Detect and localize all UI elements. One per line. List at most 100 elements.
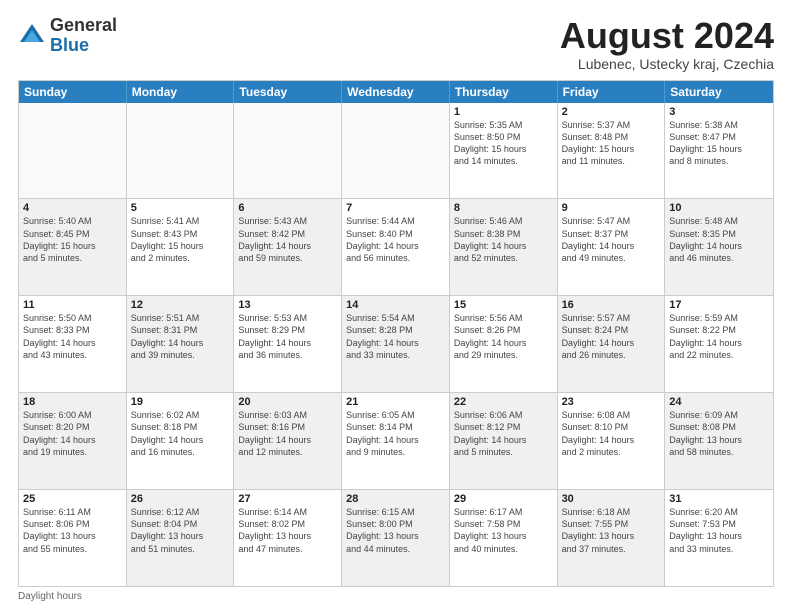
cell-info: Sunrise: 5:48 AM Sunset: 8:35 PM Dayligh…: [669, 215, 769, 264]
calendar-cell: 18Sunrise: 6:00 AM Sunset: 8:20 PM Dayli…: [19, 393, 127, 489]
calendar-cell: 5Sunrise: 5:41 AM Sunset: 8:43 PM Daylig…: [127, 199, 235, 295]
day-number: 7: [346, 202, 445, 214]
calendar-cell: 1Sunrise: 5:35 AM Sunset: 8:50 PM Daylig…: [450, 103, 558, 199]
calendar-cell: 11Sunrise: 5:50 AM Sunset: 8:33 PM Dayli…: [19, 296, 127, 392]
cell-info: Sunrise: 5:53 AM Sunset: 8:29 PM Dayligh…: [238, 312, 337, 361]
calendar-header-cell: Wednesday: [342, 81, 450, 103]
calendar-cell: 7Sunrise: 5:44 AM Sunset: 8:40 PM Daylig…: [342, 199, 450, 295]
day-number: 16: [562, 299, 661, 311]
day-number: 3: [669, 106, 769, 118]
calendar-cell: 25Sunrise: 6:11 AM Sunset: 8:06 PM Dayli…: [19, 490, 127, 586]
logo: General Blue: [18, 16, 117, 56]
calendar: SundayMondayTuesdayWednesdayThursdayFrid…: [18, 80, 774, 587]
day-number: 17: [669, 299, 769, 311]
footer-note: Daylight hours: [18, 591, 774, 602]
day-number: 25: [23, 493, 122, 505]
cell-info: Sunrise: 5:37 AM Sunset: 8:48 PM Dayligh…: [562, 119, 661, 168]
calendar-cell: [234, 103, 342, 199]
calendar-row: 1Sunrise: 5:35 AM Sunset: 8:50 PM Daylig…: [19, 103, 773, 199]
calendar-row: 11Sunrise: 5:50 AM Sunset: 8:33 PM Dayli…: [19, 295, 773, 392]
logo-icon: [18, 22, 46, 50]
logo-blue: Blue: [50, 36, 117, 56]
calendar-cell: 17Sunrise: 5:59 AM Sunset: 8:22 PM Dayli…: [665, 296, 773, 392]
day-number: 24: [669, 396, 769, 408]
calendar-cell: 30Sunrise: 6:18 AM Sunset: 7:55 PM Dayli…: [558, 490, 666, 586]
cell-info: Sunrise: 5:50 AM Sunset: 8:33 PM Dayligh…: [23, 312, 122, 361]
subtitle: Lubenec, Ustecky kraj, Czechia: [560, 56, 774, 72]
calendar-cell: 29Sunrise: 6:17 AM Sunset: 7:58 PM Dayli…: [450, 490, 558, 586]
day-number: 30: [562, 493, 661, 505]
cell-info: Sunrise: 5:40 AM Sunset: 8:45 PM Dayligh…: [23, 215, 122, 264]
calendar-cell: 9Sunrise: 5:47 AM Sunset: 8:37 PM Daylig…: [558, 199, 666, 295]
day-number: 11: [23, 299, 122, 311]
cell-info: Sunrise: 5:47 AM Sunset: 8:37 PM Dayligh…: [562, 215, 661, 264]
cell-info: Sunrise: 5:41 AM Sunset: 8:43 PM Dayligh…: [131, 215, 230, 264]
calendar-cell: 13Sunrise: 5:53 AM Sunset: 8:29 PM Dayli…: [234, 296, 342, 392]
day-number: 15: [454, 299, 553, 311]
day-number: 2: [562, 106, 661, 118]
calendar-cell: 28Sunrise: 6:15 AM Sunset: 8:00 PM Dayli…: [342, 490, 450, 586]
day-number: 12: [131, 299, 230, 311]
day-number: 23: [562, 396, 661, 408]
day-number: 5: [131, 202, 230, 214]
calendar-cell: [342, 103, 450, 199]
cell-info: Sunrise: 5:54 AM Sunset: 8:28 PM Dayligh…: [346, 312, 445, 361]
logo-general: General: [50, 16, 117, 36]
calendar-header-cell: Monday: [127, 81, 235, 103]
calendar-cell: 21Sunrise: 6:05 AM Sunset: 8:14 PM Dayli…: [342, 393, 450, 489]
cell-info: Sunrise: 6:08 AM Sunset: 8:10 PM Dayligh…: [562, 409, 661, 458]
day-number: 21: [346, 396, 445, 408]
cell-info: Sunrise: 6:02 AM Sunset: 8:18 PM Dayligh…: [131, 409, 230, 458]
logo-text: General Blue: [50, 16, 117, 56]
day-number: 20: [238, 396, 337, 408]
day-number: 13: [238, 299, 337, 311]
day-number: 27: [238, 493, 337, 505]
calendar-cell: 24Sunrise: 6:09 AM Sunset: 8:08 PM Dayli…: [665, 393, 773, 489]
calendar-cell: 20Sunrise: 6:03 AM Sunset: 8:16 PM Dayli…: [234, 393, 342, 489]
calendar-row: 4Sunrise: 5:40 AM Sunset: 8:45 PM Daylig…: [19, 198, 773, 295]
month-title: August 2024: [560, 16, 774, 56]
cell-info: Sunrise: 6:03 AM Sunset: 8:16 PM Dayligh…: [238, 409, 337, 458]
day-number: 19: [131, 396, 230, 408]
cell-info: Sunrise: 6:14 AM Sunset: 8:02 PM Dayligh…: [238, 506, 337, 555]
calendar-cell: 14Sunrise: 5:54 AM Sunset: 8:28 PM Dayli…: [342, 296, 450, 392]
calendar-cell: 26Sunrise: 6:12 AM Sunset: 8:04 PM Dayli…: [127, 490, 235, 586]
calendar-row: 18Sunrise: 6:00 AM Sunset: 8:20 PM Dayli…: [19, 392, 773, 489]
calendar-cell: 4Sunrise: 5:40 AM Sunset: 8:45 PM Daylig…: [19, 199, 127, 295]
day-number: 10: [669, 202, 769, 214]
day-number: 22: [454, 396, 553, 408]
calendar-cell: 2Sunrise: 5:37 AM Sunset: 8:48 PM Daylig…: [558, 103, 666, 199]
calendar-cell: [19, 103, 127, 199]
calendar-cell: 27Sunrise: 6:14 AM Sunset: 8:02 PM Dayli…: [234, 490, 342, 586]
cell-info: Sunrise: 5:57 AM Sunset: 8:24 PM Dayligh…: [562, 312, 661, 361]
cell-info: Sunrise: 6:06 AM Sunset: 8:12 PM Dayligh…: [454, 409, 553, 458]
day-number: 6: [238, 202, 337, 214]
day-number: 31: [669, 493, 769, 505]
calendar-cell: [127, 103, 235, 199]
cell-info: Sunrise: 5:46 AM Sunset: 8:38 PM Dayligh…: [454, 215, 553, 264]
cell-info: Sunrise: 5:56 AM Sunset: 8:26 PM Dayligh…: [454, 312, 553, 361]
calendar-body: 1Sunrise: 5:35 AM Sunset: 8:50 PM Daylig…: [19, 103, 773, 586]
calendar-row: 25Sunrise: 6:11 AM Sunset: 8:06 PM Dayli…: [19, 489, 773, 586]
day-number: 9: [562, 202, 661, 214]
day-number: 28: [346, 493, 445, 505]
cell-info: Sunrise: 5:59 AM Sunset: 8:22 PM Dayligh…: [669, 312, 769, 361]
day-number: 8: [454, 202, 553, 214]
calendar-header: SundayMondayTuesdayWednesdayThursdayFrid…: [19, 81, 773, 103]
cell-info: Sunrise: 5:51 AM Sunset: 8:31 PM Dayligh…: [131, 312, 230, 361]
cell-info: Sunrise: 5:35 AM Sunset: 8:50 PM Dayligh…: [454, 119, 553, 168]
calendar-cell: 31Sunrise: 6:20 AM Sunset: 7:53 PM Dayli…: [665, 490, 773, 586]
header: General Blue August 2024 Lubenec, Usteck…: [18, 16, 774, 72]
day-number: 26: [131, 493, 230, 505]
calendar-header-cell: Thursday: [450, 81, 558, 103]
page: General Blue August 2024 Lubenec, Usteck…: [0, 0, 792, 612]
calendar-cell: 15Sunrise: 5:56 AM Sunset: 8:26 PM Dayli…: [450, 296, 558, 392]
calendar-cell: 10Sunrise: 5:48 AM Sunset: 8:35 PM Dayli…: [665, 199, 773, 295]
day-number: 14: [346, 299, 445, 311]
calendar-cell: 3Sunrise: 5:38 AM Sunset: 8:47 PM Daylig…: [665, 103, 773, 199]
calendar-cell: 8Sunrise: 5:46 AM Sunset: 8:38 PM Daylig…: [450, 199, 558, 295]
calendar-cell: 16Sunrise: 5:57 AM Sunset: 8:24 PM Dayli…: [558, 296, 666, 392]
calendar-header-cell: Sunday: [19, 81, 127, 103]
calendar-header-cell: Tuesday: [234, 81, 342, 103]
calendar-cell: 12Sunrise: 5:51 AM Sunset: 8:31 PM Dayli…: [127, 296, 235, 392]
